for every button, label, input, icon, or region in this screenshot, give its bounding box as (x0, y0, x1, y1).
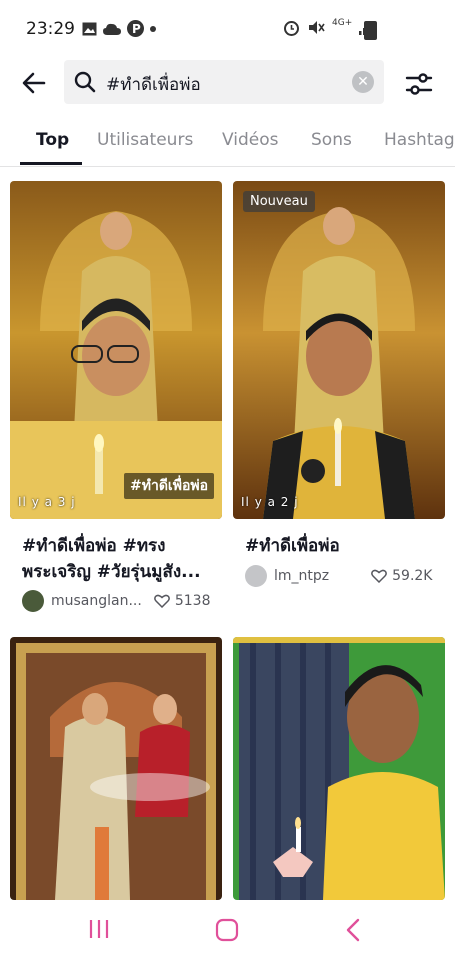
video-card[interactable] (233, 637, 445, 900)
video-card[interactable] (10, 637, 222, 900)
back-icon[interactable] (344, 918, 364, 942)
video-thumbnail[interactable] (233, 637, 445, 900)
video-title[interactable]: #ทำดีเพื่อพ่อ (245, 533, 445, 559)
back-arrow-icon[interactable] (20, 69, 48, 97)
status-time: 23:29 (26, 19, 75, 39)
author-name[interactable]: musanglan... (51, 593, 142, 609)
video-thumbnail[interactable]: Il y a 3 j #ทำดีเพื่อพ่อ (10, 181, 222, 519)
search-icon (74, 71, 96, 93)
tab-users[interactable]: Utilisateurs (97, 130, 193, 150)
search-input[interactable]: #ทำดีเพื่อพ่อ ✕ (64, 60, 384, 104)
svg-text:P: P (132, 22, 141, 36)
search-query: #ทำดีเพื่อพ่อ (106, 75, 201, 95)
thumbnail-image (10, 637, 222, 900)
tab-hashtags[interactable]: Hashtag (384, 130, 455, 150)
active-tab-indicator (20, 162, 82, 165)
video-meta: musanglan... 5138 (22, 590, 210, 612)
dot-icon (150, 25, 156, 32)
video-title[interactable]: #ทำดีเพื่อพ่อ #ทรง พระเจริญ #วัยรุ่นมูสั… (22, 533, 222, 585)
overlay-hashtag: #ทำดีเพื่อพ่อ (124, 473, 214, 499)
avatar[interactable] (245, 565, 267, 587)
new-badge: Nouveau (243, 191, 315, 212)
recent-apps-icon[interactable] (88, 918, 110, 940)
video-card[interactable]: Il y a 3 j #ทำดีเพื่อพ่อ #ทำดีเพื่อพ่อ #… (10, 181, 222, 621)
battery-icon (364, 21, 377, 40)
heart-icon (153, 594, 170, 608)
thumbnail-image (233, 637, 445, 900)
gallery-icon (82, 22, 97, 35)
video-card[interactable]: Nouveau Il y a 2 j #ทำดีเพื่อพ่อ lm_ntpz… (233, 181, 445, 621)
network-type: 4G+ (332, 17, 353, 28)
thumbnail-image (10, 181, 222, 519)
status-bar: 23:29 P 4G+ (0, 0, 455, 58)
thumbnail-image (233, 181, 445, 519)
alarm-icon (284, 21, 299, 36)
system-nav-bar (0, 900, 455, 960)
filter-icon[interactable] (404, 69, 434, 99)
clear-search-button[interactable]: ✕ (352, 71, 374, 93)
cloud-icon (103, 23, 121, 35)
heart-icon (371, 569, 388, 583)
video-thumbnail[interactable] (10, 637, 222, 900)
home-icon[interactable] (215, 918, 239, 942)
author-name[interactable]: lm_ntpz (274, 568, 329, 584)
search-tabs: Top Utilisateurs Vidéos Sons Hashtag (0, 112, 455, 167)
pinterest-icon: P (127, 20, 144, 37)
avatar[interactable] (22, 590, 44, 612)
posted-time: Il y a 2 j (241, 495, 299, 509)
mute-icon (309, 21, 325, 34)
posted-time: Il y a 3 j (18, 495, 76, 509)
search-header: #ทำดีเพื่อพ่อ ✕ (0, 58, 455, 108)
video-thumbnail[interactable]: Nouveau Il y a 2 j (233, 181, 445, 519)
tab-sounds[interactable]: Sons (311, 130, 352, 150)
tab-videos[interactable]: Vidéos (222, 130, 279, 150)
video-meta: lm_ntpz 59.2K (245, 565, 432, 587)
tab-top[interactable]: Top (36, 130, 69, 150)
like-count: 5138 (174, 593, 211, 609)
like-count: 59.2K (392, 568, 433, 584)
